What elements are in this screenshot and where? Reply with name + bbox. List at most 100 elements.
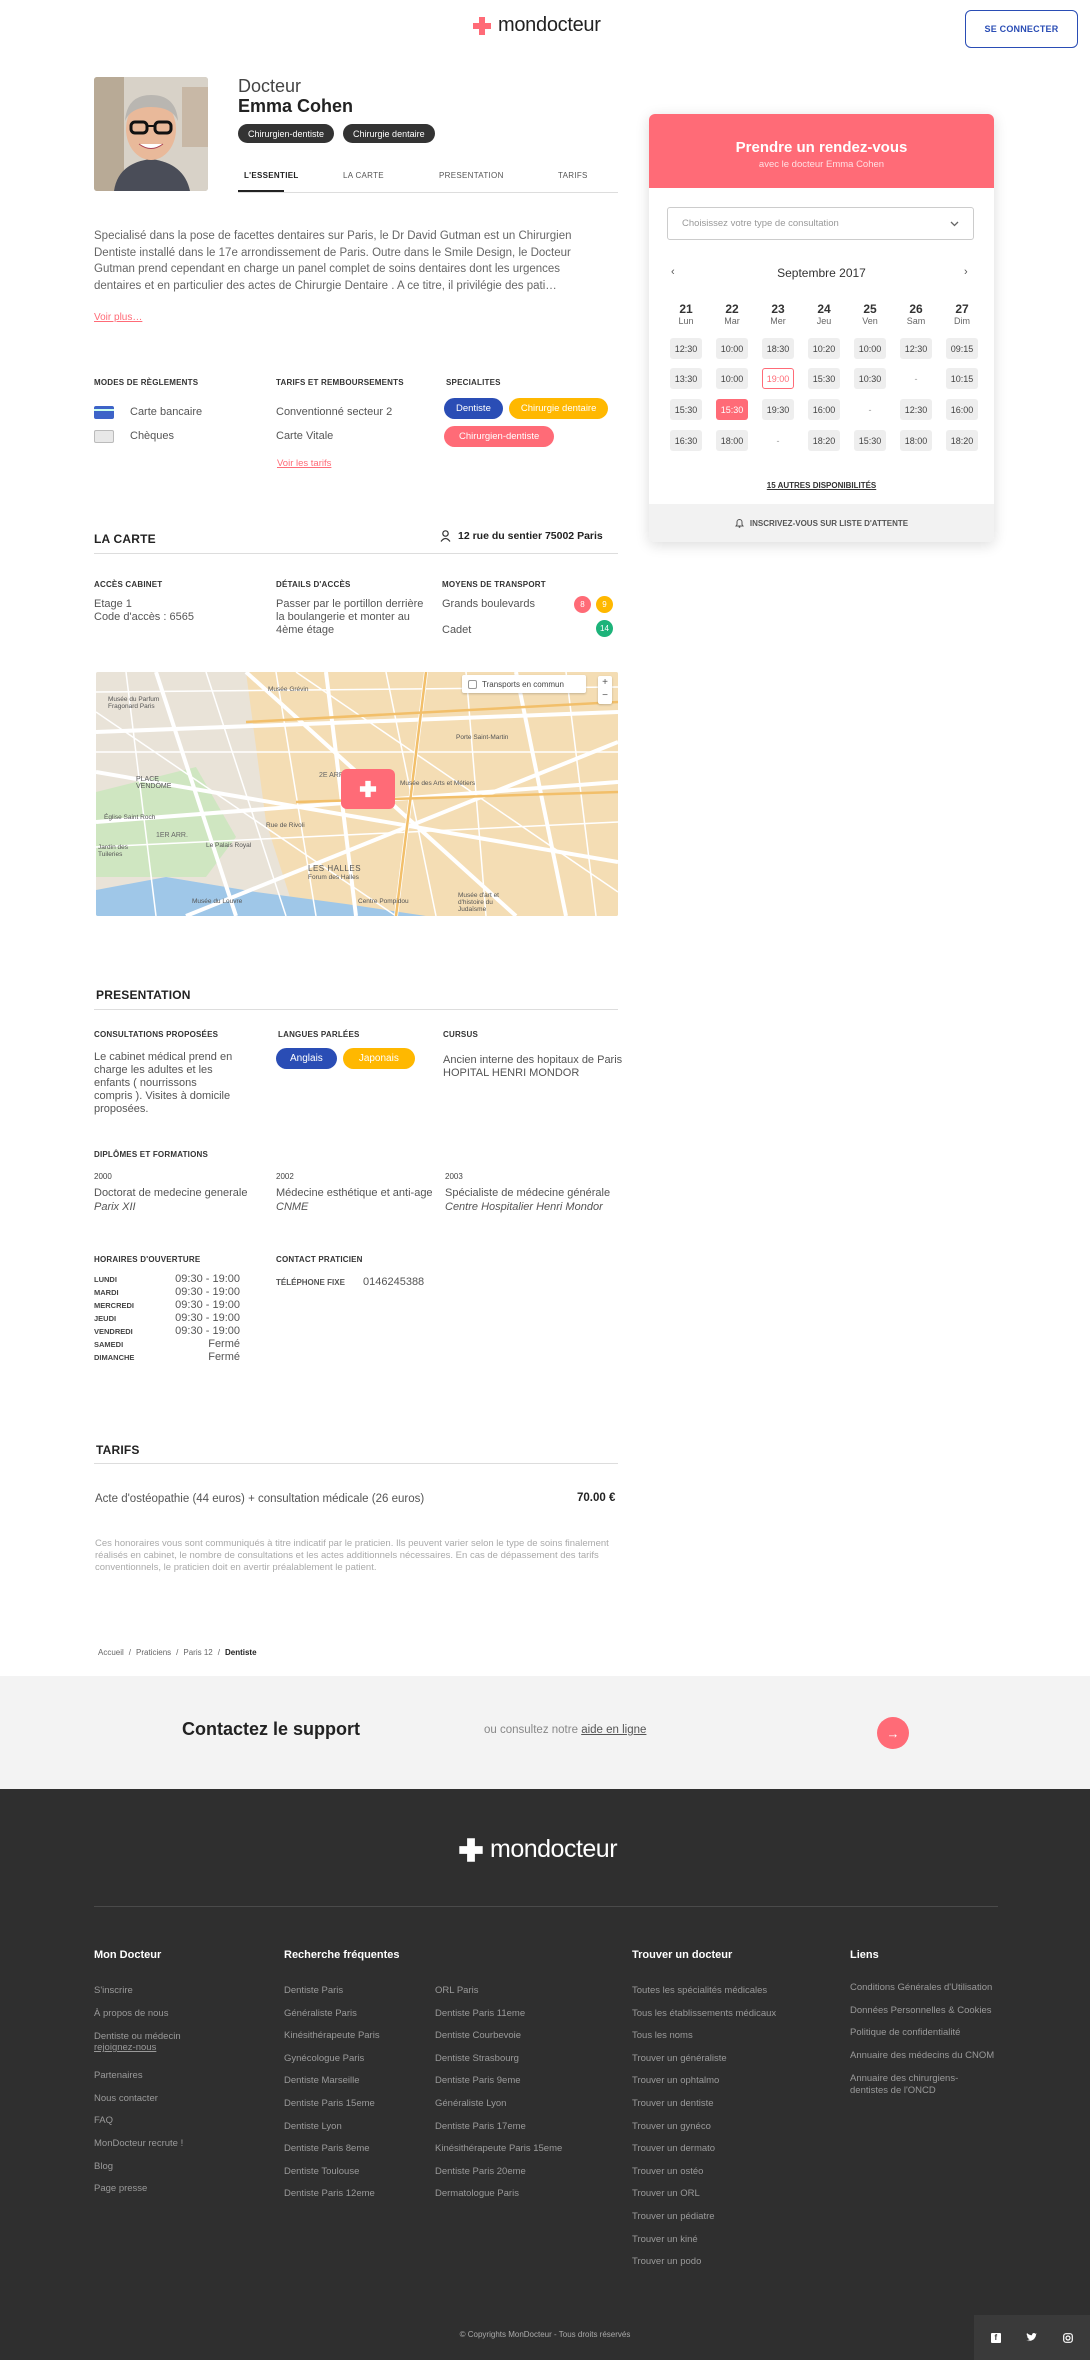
consultation-type-select[interactable]: Choisissez votre type de consultation — [667, 207, 974, 240]
footer-link[interactable]: Dentiste Courbevoie — [435, 2025, 562, 2048]
connect-button[interactable]: SE CONNECTER — [965, 10, 1078, 48]
footer-link[interactable]: ORL Paris — [435, 1980, 562, 2003]
footer-link[interactable]: Dentiste Paris 12eme — [284, 2183, 380, 2206]
time-slot[interactable]: 16:00 — [946, 399, 978, 420]
footer-link[interactable]: Dentiste Paris 8eme — [284, 2138, 380, 2161]
map-pin-icon[interactable] — [341, 769, 395, 809]
breadcrumb-item[interactable]: Praticiens — [136, 1648, 171, 1657]
time-slot[interactable]: 15:30 — [716, 399, 748, 420]
phone-number[interactable]: 0146245388 — [363, 1276, 424, 1289]
footer-link[interactable]: Dentiste Paris 20eme — [435, 2161, 562, 2184]
footer-link[interactable]: Dentiste Paris 15eme — [284, 2093, 380, 2116]
footer-link[interactable]: Page presse — [94, 2178, 204, 2201]
footer-link[interactable]: S'inscrire — [94, 1980, 204, 2003]
footer-link[interactable]: Données Personnelles & Cookies — [850, 2000, 994, 2023]
breadcrumb-item[interactable]: Accueil — [98, 1648, 124, 1657]
footer-link[interactable]: Trouver un ophtalmo — [632, 2070, 776, 2093]
tab-carte[interactable]: LA CARTE — [343, 171, 384, 180]
footer-link[interactable]: Blog — [94, 2156, 204, 2179]
footer-link[interactable]: Kinésithérapeute Paris 15eme — [435, 2138, 562, 2161]
time-slot[interactable]: 10:20 — [808, 338, 840, 359]
time-slot[interactable]: 12:30 — [900, 338, 932, 359]
next-week-icon[interactable]: › — [964, 266, 968, 278]
footer-link[interactable]: rejoignez-nous — [94, 2042, 204, 2053]
footer-link[interactable]: Dentiste Marseille — [284, 2070, 380, 2093]
tab-tarifs[interactable]: TARIFS — [558, 171, 588, 180]
time-slot[interactable]: 18:00 — [900, 430, 932, 451]
instagram-icon[interactable] — [1063, 2332, 1074, 2343]
time-slot[interactable]: 15:30 — [808, 368, 840, 389]
time-slot[interactable]: 18:20 — [808, 430, 840, 451]
footer-link[interactable]: Dentiste Toulouse — [284, 2161, 380, 2184]
map-transport-toggle[interactable]: Transports en commun — [462, 675, 586, 693]
footer-link[interactable]: Dentiste Paris — [284, 1980, 380, 2003]
time-slot[interactable]: 10:00 — [716, 368, 748, 389]
footer-link[interactable]: Généraliste Lyon — [435, 2093, 562, 2116]
footer-link[interactable]: Généraliste Paris — [284, 2003, 380, 2026]
time-slot[interactable]: 12:30 — [900, 399, 932, 420]
time-slot[interactable]: 16:30 — [670, 430, 702, 451]
footer-link[interactable]: Annuaire des médecins du CNOM — [850, 2045, 994, 2068]
footer-link[interactable]: À propos de nous — [94, 2003, 204, 2026]
footer-link[interactable]: Trouver un kiné — [632, 2229, 776, 2252]
footer-link[interactable]: Dermatologue Paris — [435, 2183, 562, 2206]
time-slot[interactable]: 18:20 — [946, 430, 978, 451]
time-slot[interactable]: 13:30 — [670, 368, 702, 389]
tab-essentiel[interactable]: L'ESSENTIEL — [244, 171, 299, 180]
footer-link[interactable]: Partenaires — [94, 2065, 204, 2088]
footer-link[interactable]: Trouver un ORL — [632, 2183, 776, 2206]
time-slot[interactable]: 16:00 — [808, 399, 840, 420]
footer-link[interactable]: Annuaire des chirurgiens- — [850, 2073, 994, 2085]
tarifs-link[interactable]: Voir les tarifs — [277, 458, 331, 469]
bio-more-link[interactable]: Voir plus… — [94, 312, 142, 323]
specialite-chip[interactable]: Chirurgie dentaire — [508, 398, 609, 419]
twitter-icon[interactable] — [1026, 2333, 1038, 2342]
footer-link[interactable]: Dentiste Paris 17eme — [435, 2116, 562, 2139]
footer-link[interactable]: MonDocteur recrute ! — [94, 2133, 204, 2156]
time-slot[interactable]: 10:30 — [854, 368, 886, 389]
time-slot[interactable]: 19:00 — [762, 368, 794, 389]
arrow-right-icon[interactable]: → — [877, 1717, 909, 1749]
time-slot[interactable]: 10:00 — [854, 338, 886, 359]
time-slot[interactable]: 18:00 — [716, 430, 748, 451]
map[interactable]: Musée du Parfum Fragonard Paris Musée Gr… — [96, 672, 618, 916]
tab-presentation[interactable]: PRESENTATION — [439, 171, 504, 180]
specialite-chip[interactable]: Chirurgien-dentiste — [444, 426, 555, 447]
footer-logo[interactable]: mondocteur — [458, 1835, 618, 1864]
time-slot[interactable]: 12:30 — [670, 338, 702, 359]
logo[interactable]: mondocteur — [472, 14, 601, 37]
footer-link[interactable]: Tous les établissements médicaux — [632, 2003, 776, 2026]
footer-link[interactable]: Dentiste Strasbourg — [435, 2048, 562, 2071]
footer-link[interactable]: Trouver un dentiste — [632, 2093, 776, 2116]
facebook-icon[interactable]: f — [990, 2332, 1001, 2343]
footer-link[interactable]: FAQ — [94, 2110, 204, 2133]
footer-link[interactable]: Trouver un gynéco — [632, 2116, 776, 2139]
time-slot[interactable]: 09:15 — [946, 338, 978, 359]
footer-link[interactable]: Dentiste Paris 9eme — [435, 2070, 562, 2093]
footer-link[interactable]: Dentiste ou médecin — [94, 2031, 204, 2042]
more-slots-link[interactable]: 15 AUTRES DISPONIBILITÉS — [649, 481, 994, 490]
footer-link[interactable]: Trouver un généraliste — [632, 2048, 776, 2071]
footer-link[interactable]: dentistes de l'ONCD — [850, 2085, 994, 2097]
support-help-link[interactable]: aide en ligne — [581, 1724, 646, 1736]
footer-link[interactable]: Gynécologue Paris — [284, 2048, 380, 2071]
footer-link[interactable]: Nous contacter — [94, 2088, 204, 2111]
time-slot[interactable]: 15:30 — [670, 399, 702, 420]
footer-link[interactable]: Toutes les spécialités médicales — [632, 1980, 776, 2003]
footer-link[interactable]: Tous les noms — [632, 2025, 776, 2048]
footer-link[interactable]: Dentiste Paris 11eme — [435, 2003, 562, 2026]
time-slot[interactable]: 10:00 — [716, 338, 748, 359]
footer-link[interactable]: Trouver un pédiatre — [632, 2206, 776, 2229]
map-zoom-control[interactable]: + − — [598, 676, 612, 704]
time-slot[interactable]: 10:15 — [946, 368, 978, 389]
time-slot[interactable]: 19:30 — [762, 399, 794, 420]
footer-link[interactable]: Trouver un dermato — [632, 2138, 776, 2161]
specialite-chip[interactable]: Dentiste — [444, 398, 503, 419]
breadcrumb-item[interactable]: Paris 12 — [183, 1648, 212, 1657]
footer-link[interactable]: Trouver un podo — [632, 2251, 776, 2274]
footer-link[interactable]: Conditions Générales d'Utilisation — [850, 1977, 994, 2000]
footer-link[interactable]: Kinésithérapeute Paris — [284, 2025, 380, 2048]
footer-link[interactable]: Politique de confidentialité — [850, 2022, 994, 2045]
time-slot[interactable]: 15:30 — [854, 430, 886, 451]
waitlist-button[interactable]: INSCRIVEZ-VOUS SUR LISTE D'ATTENTE — [649, 504, 994, 542]
